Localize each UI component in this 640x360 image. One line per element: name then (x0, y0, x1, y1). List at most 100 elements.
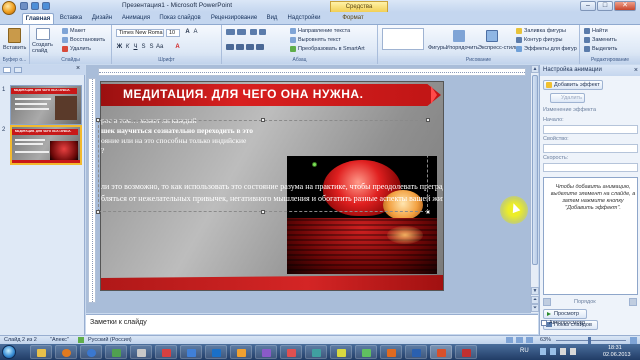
move-down-icon[interactable] (629, 298, 637, 306)
text-selection-box[interactable] (98, 120, 428, 212)
taskbar-app[interactable] (280, 345, 302, 359)
animation-list[interactable]: Чтобы добавить анимацию, выделите элемен… (543, 177, 638, 295)
scroll-down-icon[interactable]: ▼ (531, 287, 539, 295)
paste-icon[interactable] (8, 28, 21, 43)
paste-button[interactable]: Вставить (3, 45, 26, 51)
font-size-select[interactable]: 10 (166, 29, 180, 37)
reset-button[interactable]: Восстановить (70, 37, 105, 43)
resize-handle[interactable] (96, 210, 100, 214)
tab-format[interactable]: Формат (338, 13, 368, 24)
shape-outline-button[interactable]: Контур фигуры (524, 37, 562, 43)
maximize-button[interactable]: □ (597, 1, 613, 11)
redo-icon[interactable] (42, 2, 50, 10)
align-text-button[interactable]: Выровнять текст (298, 37, 341, 43)
rotate-handle[interactable] (312, 162, 317, 167)
tab-design[interactable]: Дизайн (88, 13, 116, 24)
taskbar-powerpoint[interactable] (430, 345, 452, 359)
font-name-select[interactable]: Times New Roma (116, 29, 164, 37)
zoom-slider[interactable] (556, 340, 626, 341)
office-button[interactable] (2, 1, 16, 15)
tray-icon[interactable] (540, 348, 546, 355)
align-center-icon[interactable] (236, 44, 244, 50)
new-slide-icon[interactable] (36, 28, 50, 40)
notes-placeholder[interactable]: Заметки к слайду (90, 319, 147, 326)
grow-font-icon[interactable]: A (184, 29, 191, 36)
taskbar-app[interactable] (205, 345, 227, 359)
justify-icon[interactable] (256, 44, 264, 50)
scroll-thumb[interactable] (532, 75, 538, 265)
shadow-icon[interactable]: S (148, 44, 155, 51)
shape-effects-button[interactable]: Эффекты для фигур (524, 46, 577, 52)
input-language[interactable]: RU (520, 348, 529, 354)
play-button[interactable]: Просмотр (543, 309, 587, 319)
network-icon[interactable] (560, 348, 566, 355)
zoom-slider-thumb[interactable] (588, 337, 591, 344)
taskbar-browser[interactable] (80, 345, 102, 359)
resize-handle[interactable] (426, 210, 430, 214)
shrink-font-icon[interactable]: A (192, 29, 199, 36)
autopreview-checkbox[interactable] (541, 320, 547, 326)
tab-view[interactable]: Вид (264, 13, 280, 24)
tab-review[interactable]: Рецензирование (207, 13, 261, 24)
start-select[interactable] (543, 125, 638, 134)
layout-button[interactable]: Макет (70, 28, 86, 34)
spacing-icon[interactable]: Aa (156, 44, 163, 51)
start-button[interactable] (2, 345, 16, 359)
slideshow-view-icon[interactable] (526, 337, 533, 343)
bullets-icon[interactable] (226, 29, 235, 35)
taskbar-app[interactable] (130, 345, 152, 359)
select-button[interactable]: Выделить (592, 46, 617, 52)
taskbar-app[interactable] (330, 345, 352, 359)
taskbar-app[interactable] (155, 345, 177, 359)
minimize-button[interactable]: – (580, 1, 596, 11)
tray-icon[interactable] (550, 348, 556, 355)
add-effect-button[interactable]: Добавить эффект (543, 80, 603, 90)
bold-icon[interactable]: Ж (116, 44, 123, 51)
close-button[interactable]: ✕ (614, 1, 636, 11)
slide-sorter-icon[interactable] (516, 337, 523, 343)
notes-pane[interactable]: Заметки к слайду (86, 314, 538, 334)
strikethrough-icon[interactable]: S (140, 44, 147, 51)
spellcheck-icon[interactable] (78, 337, 84, 343)
normal-view-icon[interactable] (506, 337, 513, 343)
resize-handle[interactable] (426, 118, 430, 122)
taskbar-media[interactable] (55, 345, 77, 359)
text-direction-button[interactable]: Направление текста (298, 28, 350, 34)
close-pane-icon[interactable]: × (634, 65, 638, 76)
arrange-button[interactable]: Упорядочить (446, 45, 479, 51)
replace-button[interactable]: Заменить (592, 37, 617, 43)
tab-slideshow[interactable]: Показ слайдов (156, 13, 204, 24)
taskbar-app[interactable] (455, 345, 477, 359)
property-select[interactable] (543, 144, 638, 153)
numbering-icon[interactable] (237, 29, 246, 35)
save-icon[interactable] (20, 2, 28, 10)
tab-outline[interactable] (14, 67, 22, 73)
slide-title[interactable]: МЕДИТАЦИЯ. ДЛЯ ЧЕГО ОНА НУЖНА. (123, 87, 363, 101)
align-right-icon[interactable] (246, 44, 254, 50)
taskbar-app[interactable] (180, 345, 202, 359)
slide-thumbnail[interactable]: МЕДИТАЦИЯ. ДЛЯ ЧЕГО ОНА НУЖНА. (10, 85, 82, 125)
undo-icon[interactable] (31, 2, 39, 10)
find-button[interactable]: Найти (592, 28, 608, 34)
remove-effect-button[interactable]: Удалить (550, 93, 585, 103)
resize-handle[interactable] (96, 118, 100, 122)
taskbar-app[interactable] (355, 345, 377, 359)
taskbar-app[interactable] (405, 345, 427, 359)
resize-handle[interactable] (261, 118, 265, 122)
delete-slide-button[interactable]: Удалить (70, 46, 91, 52)
taskbar-app[interactable] (230, 345, 252, 359)
quick-styles-button[interactable]: Экспресс-стили (478, 45, 518, 51)
shape-fill-button[interactable]: Заливка фигуры (524, 28, 566, 34)
taskbar-explorer[interactable] (30, 345, 52, 359)
taskbar-app[interactable] (105, 345, 127, 359)
convert-smartart-button[interactable]: Преобразовать в SmartArt (298, 46, 365, 52)
language-indicator[interactable]: Русский (Россия) (88, 337, 132, 343)
fit-to-window-icon[interactable] (630, 337, 637, 344)
tab-addins[interactable]: Надстройки (284, 13, 324, 24)
new-slide-button[interactable]: Создать слайд (32, 42, 58, 54)
resize-handle[interactable] (261, 210, 265, 214)
vertical-scrollbar[interactable]: ▲ ▼ ⏶ ⏷ (530, 65, 539, 313)
shapes-button[interactable]: Фигуры (428, 45, 447, 51)
next-slide-icon[interactable]: ⏷ (531, 304, 539, 312)
font-color-icon[interactable]: A (174, 44, 181, 51)
